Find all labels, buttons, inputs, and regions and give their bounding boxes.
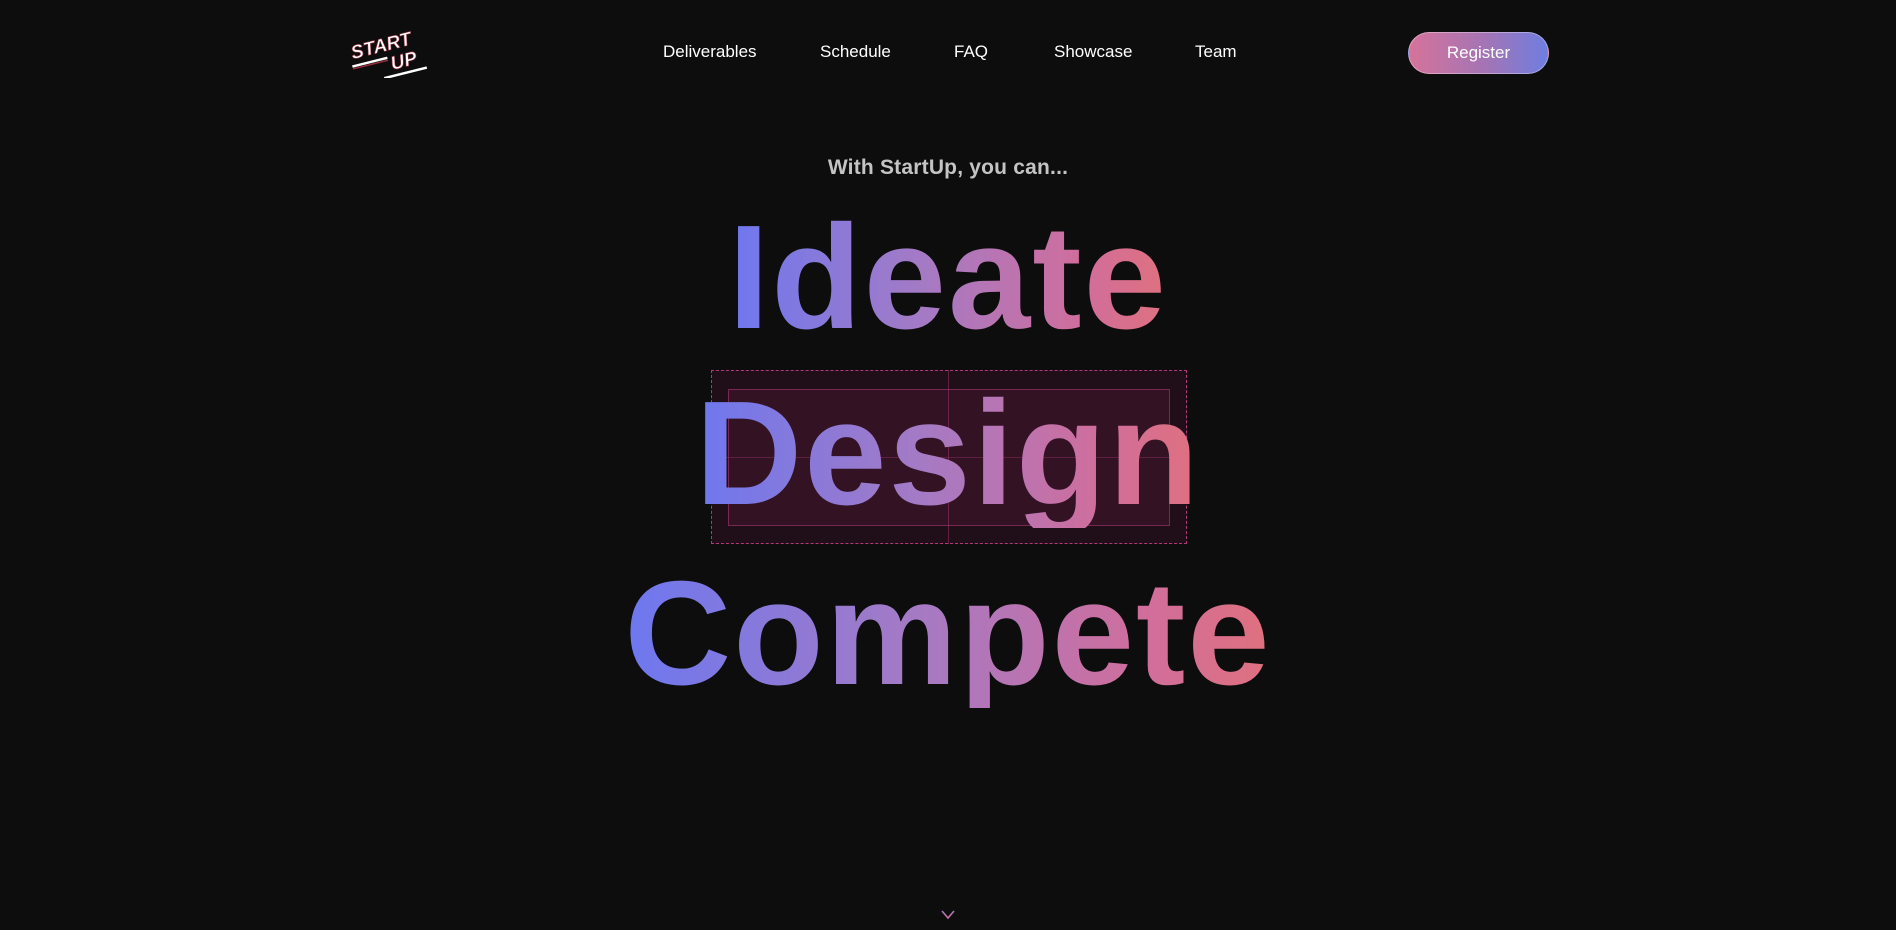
hero-word-text: Ideate <box>724 204 1172 352</box>
nav-link-deliverables[interactable]: Deliverables <box>663 38 757 66</box>
main-nav: Deliverables Schedule FAQ Showcase Team <box>0 38 1896 66</box>
nav-link-faq[interactable]: FAQ <box>954 38 988 66</box>
landing-page: START UP Deliverables Schedule FAQ Showc… <box>0 0 1896 930</box>
hero-word-design: Design <box>0 380 1896 528</box>
hero-word-text: Compete <box>620 560 1275 708</box>
hero-word-compete: Compete <box>0 560 1896 708</box>
hero-subtitle: With StartUp, you can... <box>827 156 1069 179</box>
hero-word-text: Design <box>691 380 1204 528</box>
register-button[interactable]: Register <box>1408 32 1549 74</box>
nav-link-team[interactable]: Team <box>1195 38 1237 66</box>
arrow-down-icon[interactable] <box>938 870 958 922</box>
nav-link-schedule[interactable]: Schedule <box>820 38 891 66</box>
hero-word-ideate: Ideate <box>0 204 1896 352</box>
nav-link-showcase[interactable]: Showcase <box>1054 38 1132 66</box>
site-header: START UP Deliverables Schedule FAQ Showc… <box>0 0 1896 104</box>
